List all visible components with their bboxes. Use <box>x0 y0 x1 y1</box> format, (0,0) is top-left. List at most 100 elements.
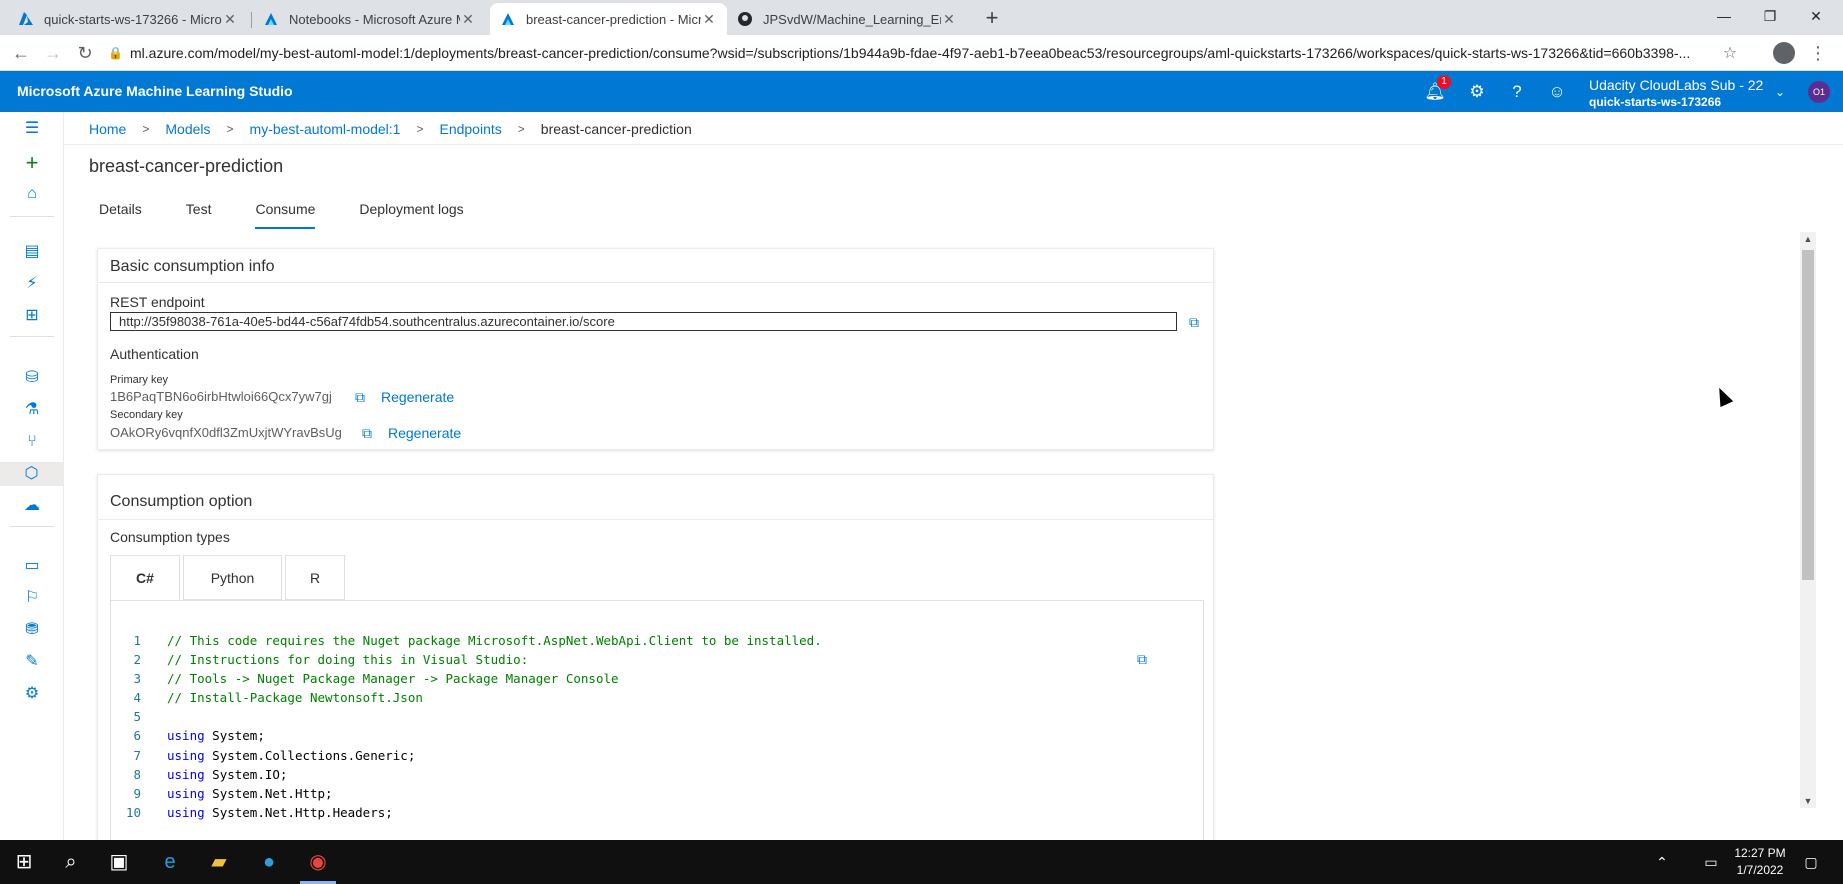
code-line: 6 using System; <box>111 726 1171 745</box>
file-explorer-icon[interactable]: ▰ <box>205 848 233 876</box>
code-text: using System; <box>167 728 265 744</box>
browser-tab[interactable]: quick-starts-ws-173266 - Microsoft Azure… <box>8 3 248 35</box>
bookmark-star-icon[interactable]: ☆ <box>1718 43 1742 63</box>
code-line: 3 // Tools -> Nuget Package Manager -> Pa… <box>111 669 1171 688</box>
close-icon[interactable]: ✕ <box>460 11 476 28</box>
search-icon[interactable]: ⌕ <box>57 848 85 876</box>
task-view-icon[interactable]: ▣ <box>105 848 133 876</box>
tab-test[interactable]: Test <box>175 199 223 223</box>
chrome-icon[interactable]: ◉ <box>304 848 332 876</box>
azure-icon <box>19 12 33 25</box>
reload-icon[interactable]: ↻ <box>72 41 98 65</box>
endpoints-cloud-icon[interactable]: ☁ <box>20 494 44 518</box>
linked-services-icon[interactable]: ⚙ <box>20 682 44 706</box>
regenerate-secondary-key-link[interactable]: Regenerate <box>388 425 461 441</box>
secondary-key-value: OAkORy6vqnfX0dfl3ZmUxjtWYravBsUg <box>110 425 342 440</box>
automated-ml-icon[interactable]: ⚡ <box>20 272 44 296</box>
forward-icon[interactable]: → <box>40 41 66 65</box>
rest-endpoint-field[interactable]: http://35f98038-761a-40e5-bd44-c56af74fd… <box>110 312 1177 331</box>
breadcrumb-models[interactable]: Models <box>165 121 210 137</box>
line-number: 3 <box>133 671 141 687</box>
tab-details[interactable]: Details <box>89 199 153 223</box>
help-icon[interactable]: ? <box>1505 80 1529 104</box>
tab-python[interactable]: Python <box>183 555 282 600</box>
taskbar-clock[interactable]: 12:27 PM 1/7/2022 <box>1730 845 1790 879</box>
azure-ml-icon <box>265 13 277 25</box>
windows-start-icon[interactable]: ⊞ <box>10 848 38 876</box>
language-tabs: C# Python R <box>110 555 348 600</box>
page-title: breast-cancer-prediction <box>89 156 284 176</box>
notebooks-icon[interactable]: ▤ <box>20 240 44 264</box>
feedback-smiley-icon[interactable]: ☺ <box>1545 80 1569 104</box>
copy-code-icon[interactable]: ⧉ <box>1137 651 1151 667</box>
card-divider <box>97 519 1214 520</box>
scrollbar-thumb[interactable] <box>1802 250 1814 580</box>
hamburger-menu-icon[interactable]: ☰ <box>20 117 44 141</box>
data-labeling-icon[interactable]: ✎ <box>20 650 44 674</box>
tab-title: breast-cancer-prediction - Microsoft Azu… <box>526 11 701 27</box>
avatar[interactable]: O1 <box>1808 81 1830 103</box>
action-center-icon[interactable]: ▢ <box>1800 848 1822 876</box>
settings-gear-icon[interactable]: ⚙ <box>1465 80 1489 104</box>
breadcrumb-home[interactable]: Home <box>89 121 126 137</box>
create-new-plus-icon[interactable]: + <box>20 151 44 175</box>
app-title[interactable]: Microsoft Azure Machine Learning Studio <box>17 83 293 99</box>
tab-deployment-logs[interactable]: Deployment logs <box>348 199 474 223</box>
tab-consume[interactable]: Consume <box>244 199 326 229</box>
scroll-down-icon[interactable]: ▼ <box>1800 796 1816 806</box>
network-icon[interactable]: ▭ <box>1700 848 1722 876</box>
environments-icon[interactable]: ⚐ <box>20 586 44 610</box>
tab-divider <box>251 12 252 28</box>
lock-icon: 🔒 <box>108 46 123 60</box>
copy-icon[interactable]: ⧉ <box>1189 314 1203 330</box>
page-scrollbar[interactable]: ▲ ▼ <box>1800 232 1816 808</box>
browser-tab[interactable]: JPSvdW/Machine_Learning_Engineer ✕ <box>727 3 967 35</box>
account-info[interactable]: Udacity CloudLabs Sub - 22 quick-starts-… <box>1589 77 1763 109</box>
designer-icon[interactable]: ⊞ <box>20 304 44 328</box>
copy-icon[interactable]: ⧉ <box>362 425 376 441</box>
primary-key-label: Primary key <box>110 374 169 386</box>
breadcrumb: Home > Models > my-best-automl-model:1 >… <box>89 119 692 139</box>
left-navigation: ☰ + ⌂ ▤ ⚡ ⊞ ⛁ ⚗ ⑂ ⬡ ☁ ▭ ⚐ ⛃ ✎ ⚙ <box>0 112 64 840</box>
profile-icon[interactable] <box>1773 42 1795 64</box>
chevron-down-icon[interactable]: ⌄ <box>1768 80 1792 104</box>
breadcrumb-endpoints[interactable]: Endpoints <box>439 121 501 137</box>
breadcrumb-model[interactable]: my-best-automl-model:1 <box>250 121 401 137</box>
close-icon[interactable]: ✕ <box>701 11 717 28</box>
pipelines-icon[interactable]: ⑂ <box>20 430 44 454</box>
app-header: Microsoft Azure Machine Learning Studio … <box>0 71 1843 112</box>
close-icon[interactable]: ✕ <box>222 11 238 28</box>
tray-chevron-up-icon[interactable]: ⌃ <box>1652 848 1672 876</box>
code-line: 1 // This code requires the Nuget package… <box>111 631 1171 650</box>
browser-menu-icon[interactable]: ⋮ <box>1808 40 1828 66</box>
window-close-icon[interactable]: ✕ <box>1793 0 1839 32</box>
regenerate-primary-key-link[interactable]: Regenerate <box>381 389 454 405</box>
code-editor[interactable]: 1 // This code requires the Nuget package… <box>110 600 1204 840</box>
code-text: // This code requires the Nuget package … <box>167 633 822 648</box>
minimize-icon[interactable]: — <box>1701 0 1747 32</box>
clock-date: 1/7/2022 <box>1736 863 1784 877</box>
copy-icon[interactable]: ⧉ <box>355 389 369 405</box>
datastores-icon[interactable]: ⛃ <box>20 618 44 642</box>
line-number: 9 <box>133 785 141 801</box>
line-number: 2 <box>133 652 141 668</box>
code-text: using System.Net.Http; <box>167 785 333 801</box>
browser-tab-active[interactable]: breast-cancer-prediction - Microsoft Azu… <box>490 3 727 35</box>
datasets-icon[interactable]: ⛁ <box>20 366 44 390</box>
experiments-flask-icon[interactable]: ⚗ <box>20 398 44 422</box>
restore-icon[interactable]: ❐ <box>1747 0 1793 32</box>
browser-tab[interactable]: Notebooks - Microsoft Azure Machine Lear… <box>253 3 486 35</box>
code-text: using System.Collections.Generic; <box>167 747 416 763</box>
tab-r[interactable]: R <box>285 555 345 600</box>
home-icon[interactable]: ⌂ <box>20 182 44 206</box>
tab-csharp[interactable]: C# <box>110 555 180 600</box>
compute-monitor-icon[interactable]: ▭ <box>20 554 44 578</box>
models-cube-icon[interactable]: ⬡ <box>0 462 63 486</box>
back-icon[interactable]: ← <box>8 41 34 65</box>
docker-icon[interactable]: ● <box>255 848 283 876</box>
new-tab-icon[interactable]: + <box>979 6 1005 32</box>
internet-explorer-icon[interactable]: e <box>156 848 184 876</box>
scroll-up-icon[interactable]: ▲ <box>1800 234 1816 244</box>
url-field[interactable]: 🔒 ml.azure.com/model/my-best-automl-mode… <box>108 39 1742 67</box>
close-icon[interactable]: ✕ <box>941 11 957 28</box>
